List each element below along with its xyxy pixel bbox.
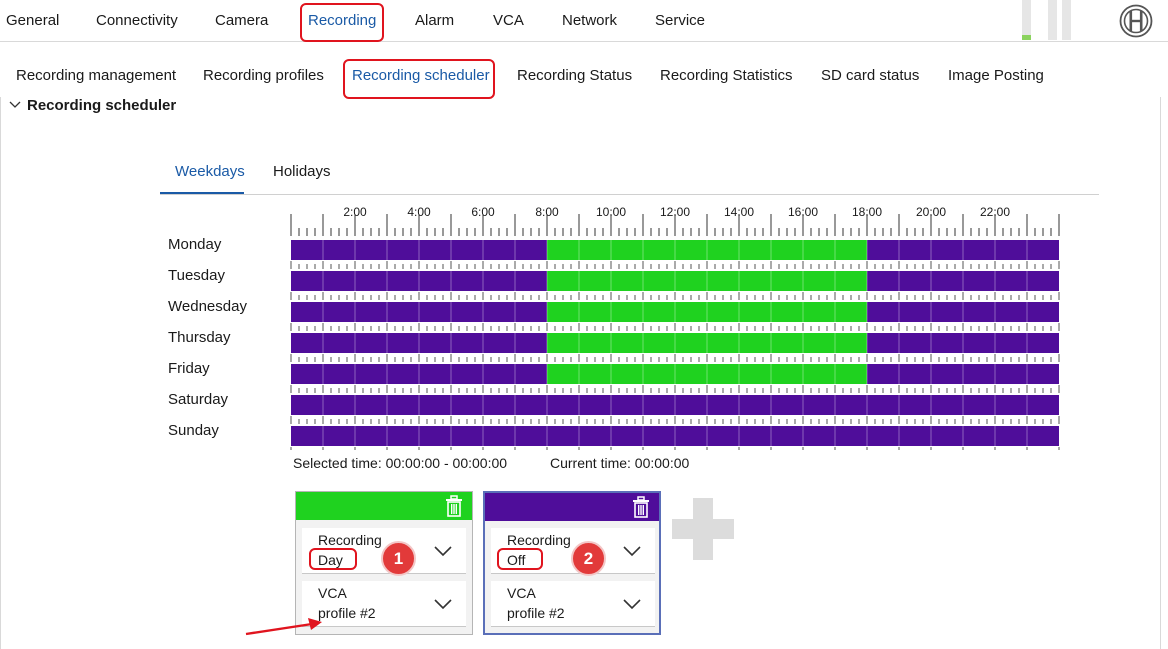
bosch-logo [1119, 4, 1153, 38]
vca-dropdown[interactable]: VCA profile #2 [491, 581, 655, 627]
day-label-thursday: Thursday [168, 329, 231, 346]
chevron-down-icon[interactable] [434, 546, 452, 557]
trash-icon[interactable] [631, 496, 651, 518]
chevron-down-icon [9, 100, 21, 112]
day-label-wednesday: Wednesday [168, 298, 247, 315]
selected-time: Selected time: 00:00:00 - 00:00:00 [293, 455, 508, 471]
time-axis-label: 6:00 [471, 205, 495, 219]
vca-dropdown[interactable]: VCA profile #2 [302, 581, 466, 627]
subtab-image-posting[interactable]: Image Posting [948, 67, 1044, 84]
time-axis-label: 20:00 [916, 205, 946, 219]
tab-connectivity[interactable]: Connectivity [96, 12, 178, 29]
tab-camera[interactable]: Camera [215, 12, 268, 29]
current-time: Current time: 00:00:00 [550, 455, 690, 471]
section-title: Recording scheduler [27, 97, 177, 114]
vca-label: VCA [507, 585, 536, 601]
subtab-recording-management[interactable]: Recording management [16, 67, 176, 84]
network-meter [1048, 0, 1057, 40]
time-axis-label: 4:00 [407, 205, 431, 219]
tab-service[interactable]: Service [655, 12, 705, 29]
vca-value: profile #2 [507, 605, 565, 621]
sub-nav: Recording management Recording profiles … [0, 55, 1168, 97]
day-label-monday: Monday [168, 236, 222, 253]
recording-label: Recording [507, 532, 571, 548]
time-axis-label: 2:00 [343, 205, 367, 219]
annotation-badge-1: 1 [381, 541, 416, 576]
tab-network[interactable]: Network [562, 12, 617, 29]
tab-vca[interactable]: VCA [493, 12, 524, 29]
cpu-meter [1022, 0, 1031, 40]
day-label-friday: Friday [168, 360, 210, 377]
tab-alarm[interactable]: Alarm [415, 12, 454, 29]
recording-value: Off [507, 552, 526, 568]
storage-meter [1062, 0, 1071, 40]
annotation-arrow [245, 618, 322, 636]
day-label-tuesday: Tuesday [168, 267, 225, 284]
top-nav: General Connectivity Camera Recording Al… [0, 0, 1168, 42]
time-axis-label: 14:00 [724, 205, 754, 219]
vca-value: profile #2 [318, 605, 376, 621]
subtab-recording-status[interactable]: Recording Status [517, 67, 632, 84]
subtab-recording-profiles[interactable]: Recording profiles [203, 67, 324, 84]
trash-icon[interactable] [444, 495, 464, 517]
annotation-badge-2: 2 [571, 541, 606, 576]
subtab-recording-statistics[interactable]: Recording Statistics [660, 67, 793, 84]
time-axis-label: 18:00 [852, 205, 882, 219]
divider [160, 194, 1099, 195]
recording-label: Recording [318, 532, 382, 548]
time-axis-label: 10:00 [596, 205, 626, 219]
plus-icon[interactable] [672, 498, 734, 560]
tab-recording[interactable]: Recording [308, 12, 376, 29]
chevron-down-icon[interactable] [623, 599, 641, 610]
section-header[interactable]: Recording scheduler [9, 97, 176, 114]
card-color-header [485, 493, 659, 521]
subtab-sd-card-status[interactable]: SD card status [821, 67, 919, 84]
recording-value: Day [318, 552, 343, 568]
time-axis-label: 16:00 [788, 205, 818, 219]
time-axis-label: 8:00 [535, 205, 559, 219]
divider [1160, 97, 1161, 649]
tab-general[interactable]: General [6, 12, 59, 29]
tab-weekdays[interactable]: Weekdays [175, 163, 245, 180]
chevron-down-icon[interactable] [434, 599, 452, 610]
card-color-header [296, 492, 472, 520]
time-axis-label: 22:00 [980, 205, 1010, 219]
subtab-recording-scheduler[interactable]: Recording scheduler [352, 67, 490, 84]
chevron-down-icon[interactable] [623, 546, 641, 557]
tab-holidays[interactable]: Holidays [273, 163, 331, 180]
day-label-sunday: Sunday [168, 422, 219, 439]
vca-label: VCA [318, 585, 347, 601]
time-axis-label: 12:00 [660, 205, 690, 219]
schedule-grid[interactable]: 2:00 4:00 6:00 8:00 10:00 12:00 14:00 16:00 18:0… [287, 200, 1063, 450]
day-label-saturday: Saturday [168, 391, 229, 408]
